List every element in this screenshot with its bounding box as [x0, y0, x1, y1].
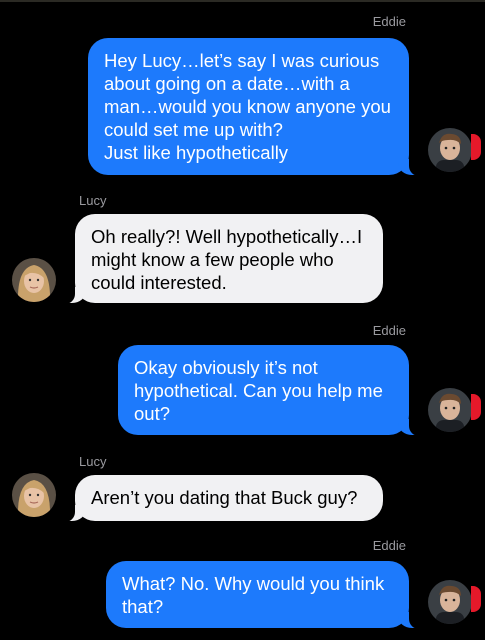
sender-label: Eddie [372, 538, 406, 553]
sender-label: Eddie [372, 14, 406, 29]
notification-badge [471, 134, 481, 160]
eddie-avatar[interactable] [428, 580, 481, 628]
top-divider [0, 0, 485, 2]
eddie-avatar-icon [428, 580, 472, 624]
message-bubble[interactable]: Oh really?! Well hypothetically…I might … [61, 214, 383, 304]
sender-label: Lucy [79, 454, 107, 469]
message-bubble[interactable]: What? No. Why would you think that? [106, 561, 423, 629]
message-bubble[interactable]: Aren’t you dating that Buck guy? [61, 475, 383, 522]
eddie-avatar-icon [428, 388, 472, 432]
message-bubble[interactable]: Okay obviously it’s not hypothetical. Ca… [118, 345, 423, 436]
notification-badge [471, 394, 481, 420]
lucy-avatar-icon[interactable] [12, 473, 56, 517]
sender-label: Lucy [79, 193, 107, 208]
eddie-avatar-icon [428, 128, 472, 172]
eddie-avatar[interactable] [428, 388, 481, 436]
message-bubble[interactable]: Hey Lucy…let’s say I was curious about g… [88, 38, 423, 176]
notification-badge [471, 586, 481, 612]
sender-label: Eddie [372, 323, 406, 338]
eddie-avatar[interactable] [428, 128, 481, 176]
message-thread: Eddie Hey Lucy…let’s say I was curious a… [0, 0, 485, 640]
lucy-avatar-icon[interactable] [12, 258, 56, 302]
